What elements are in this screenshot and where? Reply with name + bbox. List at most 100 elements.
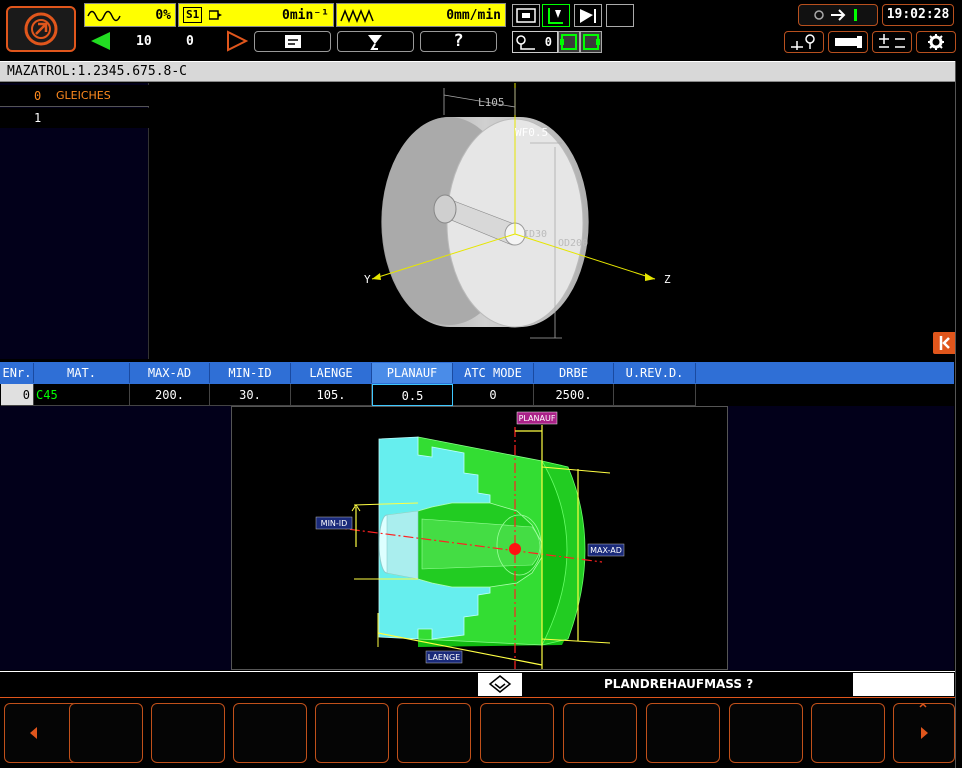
tool-key-icon [516,35,535,50]
program-title-bar: MAZATROL:1.2345.675.8-C [0,61,962,82]
unit-list-item[interactable]: 0 GLEICHES [0,85,149,107]
fkey-6[interactable] [480,703,554,763]
fkey-2[interactable] [151,703,225,763]
dim-id-label: ID30 [523,229,547,240]
machine-icon [516,8,536,23]
status-indicator [798,4,878,26]
chuck-open-icon [560,34,577,50]
turning-tool-icon [548,8,563,24]
clock-box: 19:02:28 [882,4,954,26]
drill-icon [368,35,382,50]
cell-mat[interactable]: C45 [34,384,130,406]
unit-number: 0 [34,89,42,103]
fkey-1[interactable] [69,703,143,763]
arrow-right-icon [919,702,928,739]
counter-a: 10 [136,34,152,49]
cell-drbe[interactable]: 2500. [534,384,614,406]
prompt-icon-box [478,673,522,696]
col-max-ad: MAX-AD [130,363,210,383]
spindle-speed-box: S1 0min⁻¹ [178,3,334,27]
edit-hand-icon [285,35,301,48]
play-right-icon[interactable] [225,30,249,52]
dim-length-label: L105 [478,96,505,109]
machine-mode-button[interactable] [512,4,540,27]
cutting-tool-icon [580,9,596,23]
empty-mode-button[interactable] [606,4,634,27]
chuck-right-button[interactable] [580,31,602,53]
fkey-5[interactable] [397,703,471,763]
col-planauf: PLANAUF [372,363,453,383]
workpiece-3d-viewport[interactable]: Y Z L105 WF0.5 ID30 OD200 [150,83,962,359]
play-left-icon[interactable] [88,30,112,52]
settings-button[interactable] [916,31,956,53]
help-button[interactable]: ? [420,31,497,52]
planauf-label: PLANAUF [519,414,556,423]
chuck-close-icon [583,34,600,50]
help-diagram-panel: PLANAUF MIN-ID MAX-AD LAENGE [231,406,728,670]
dim-od-label: OD200 [558,238,588,249]
col-u-rev-d: U.REV.D. [614,363,696,383]
program-title: MAZATROL:1.2345.675.8-C [7,64,188,79]
fkey-3[interactable] [233,703,307,763]
cell-max-ad[interactable]: 200. [130,384,210,406]
cell-planauf[interactable]: 0.5 [372,384,453,406]
fkey-7[interactable] [563,703,637,763]
workpiece-3d-drawing: Y Z L105 WF0.5 ID30 OD200 [364,83,671,339]
col-mat: MAT. [34,363,130,383]
home-button[interactable] [6,6,76,52]
probe-icon [791,34,815,50]
fkey-prev[interactable] [4,703,78,763]
tool-number: 0 [544,35,552,49]
tool-data-button[interactable] [828,31,868,53]
cell-u-rev-d[interactable] [614,384,696,406]
home-logo-icon [24,12,58,46]
program-edit-button[interactable] [254,31,331,52]
tool-measure-button[interactable] [784,31,824,53]
panel-toggle-button[interactable] [933,332,957,354]
cell-laenge[interactable]: 105. [291,384,372,406]
spindle-icon [209,10,222,20]
unit-list-panel: 0 GLEICHES 1 [0,83,149,359]
arrow-left-icon [30,727,37,739]
fkey-next[interactable] [893,702,955,763]
cell-min-id[interactable]: 30. [210,384,291,406]
lower-right-panel [728,406,954,670]
fkey-8[interactable] [646,703,720,763]
tool-holder-icon [835,36,862,48]
clock-time: 19:02:28 [886,7,950,22]
col-drbe: DRBE [534,363,614,383]
spindle-load: 0% [155,8,171,23]
lower-left-panel [0,406,231,670]
min-id-label: MIN-ID [321,519,348,528]
workpiece-section-diagram: PLANAUF MIN-ID MAX-AD LAENGE [315,411,625,669]
tool-number-box: 0 [512,31,558,53]
fkey-10[interactable] [811,703,885,763]
zigzag-icon [340,8,374,24]
feed-rate: 0mm/min [446,8,501,23]
tool-mode-button[interactable] [542,4,570,27]
prompt-text: PLANDREHAUFMASS ? [604,677,754,691]
unit-number: 1 [34,111,42,125]
col-atc-mode: ATC MODE [453,363,534,383]
tool-path-button[interactable] [337,31,414,52]
status-icons [814,9,857,21]
cell-enr[interactable]: 0 [1,384,34,406]
right-edge-bar [955,61,962,768]
unit-label: GLEICHES [56,89,111,102]
collapse-arrow-icon [939,336,950,350]
fkey-9[interactable] [729,703,803,763]
parameter-button[interactable] [872,31,912,53]
fkey-4[interactable] [315,703,389,763]
laenge-label: LAENGE [428,653,460,662]
cell-atc-mode[interactable]: 0 [453,384,534,406]
col-min-id: MIN-ID [210,363,291,383]
chuck-left-button[interactable] [558,31,580,53]
unit-list-item[interactable]: 1 [0,108,149,128]
counter-b: 0 [186,34,194,49]
gear-icon [928,34,944,50]
sine-wave-icon [87,10,121,22]
prompt-input[interactable] [853,673,954,696]
layers-icon [488,675,512,693]
spindle-speed: 0min⁻¹ [282,8,329,23]
cutting-mode-button[interactable] [574,4,602,27]
